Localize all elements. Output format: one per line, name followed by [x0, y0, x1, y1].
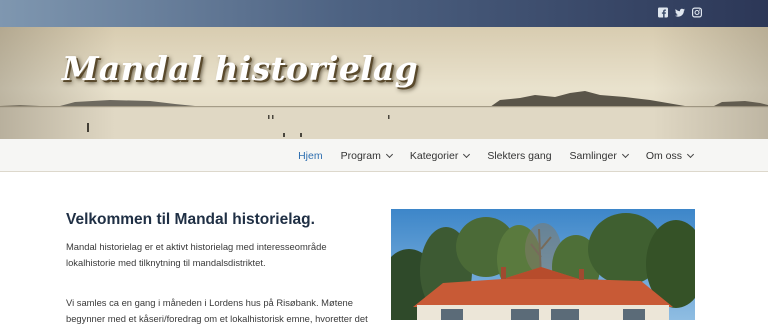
header-banner: Mandal historielag	[0, 27, 768, 139]
facebook-icon[interactable]	[658, 7, 668, 18]
nav-item-label: Samlinger	[569, 149, 617, 162]
nav-item-samlinger[interactable]: Samlinger	[569, 149, 629, 162]
chevron-down-icon	[621, 150, 629, 158]
nav-item-slekters-gang[interactable]: Slekters gang	[487, 150, 551, 162]
chevron-down-icon	[385, 150, 393, 158]
site-title[interactable]: Mandal historielag	[62, 49, 418, 88]
chevron-down-icon	[463, 150, 471, 158]
nav-item-om-oss[interactable]: Om oss	[645, 149, 695, 162]
nav-item-label: Hjem	[298, 149, 323, 162]
welcome-heading: Velkommen til Mandal historielag.	[66, 211, 315, 228]
nav-item-hjem[interactable]: Hjem	[298, 150, 323, 162]
nav-item-kategorier[interactable]: Kategorier	[409, 149, 471, 162]
nav-item-label: Om oss	[645, 149, 682, 162]
nav-item-program[interactable]: Program	[340, 149, 393, 162]
nav-menu: Hjem Program Kategorier Slekters gang Samlin…	[298, 139, 695, 172]
nav-item-label: Slekters gang	[487, 149, 552, 162]
top-bar	[0, 0, 768, 27]
house-photo	[391, 209, 695, 320]
twitter-icon[interactable]	[675, 7, 685, 18]
social-links	[658, 7, 702, 18]
nav-item-label: Program	[340, 149, 381, 162]
instagram-icon[interactable]	[692, 7, 702, 18]
nav-item-label: Kategorier	[409, 149, 459, 162]
main-navigation: Hjem Program Kategorier Slekters gang Samlin…	[0, 139, 768, 172]
chevron-down-icon	[686, 150, 695, 158]
main-content: Velkommen til Mandal historielag. Mandal…	[0, 173, 768, 324]
meeting-paragraph: Vi samles ca en gang i måneden i Lordens…	[66, 297, 368, 324]
intro-paragraph: Mandal historielag er et aktivt historie…	[66, 241, 327, 268]
